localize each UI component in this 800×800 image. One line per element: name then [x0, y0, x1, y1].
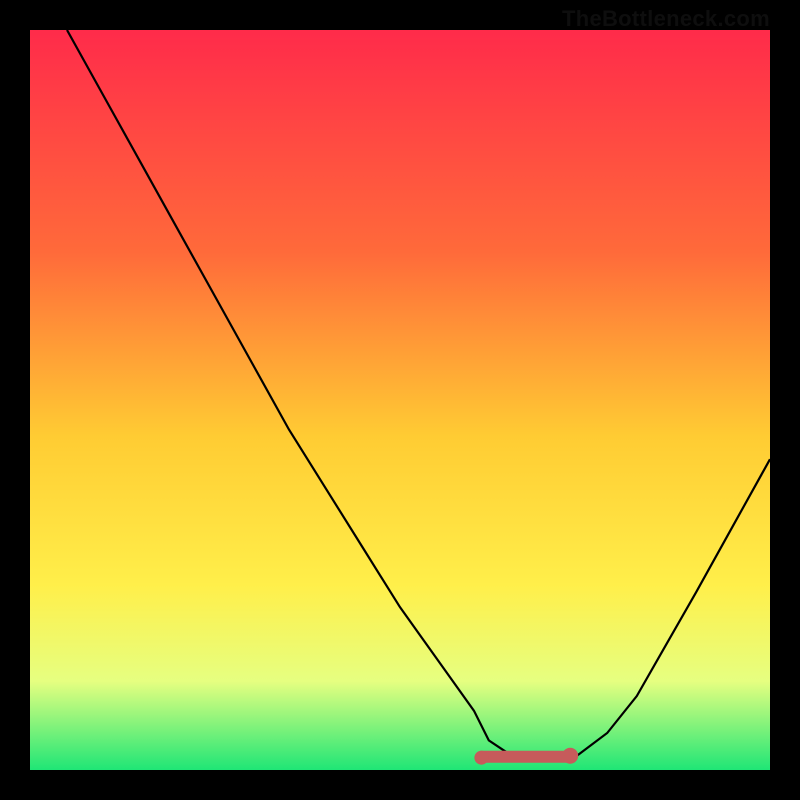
- watermark-text: TheBottleneck.com: [562, 6, 770, 32]
- curve-svg: [30, 30, 770, 770]
- bottleneck-chart: TheBottleneck.com: [0, 0, 800, 800]
- bottleneck-curve-line: [67, 30, 770, 759]
- optimal-range-marker: [474, 748, 578, 765]
